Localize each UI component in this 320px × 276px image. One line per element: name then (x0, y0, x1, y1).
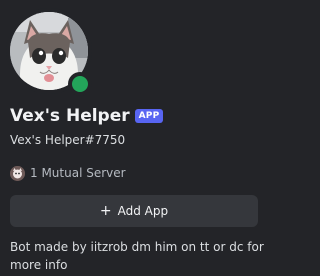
name-row: Vex's Helper APP (10, 104, 164, 128)
bot-profile-card: Vex's Helper APP Vex's Helper#7750 1 Mut… (0, 0, 268, 276)
add-app-label: Add App (117, 204, 169, 218)
mutual-servers-text: 1 Mutual Server (30, 166, 126, 180)
add-app-button[interactable]: + Add App (10, 195, 258, 227)
server-icon (10, 165, 25, 181)
online-status-icon (72, 76, 88, 92)
bio-text: Bot made by iitzrob dm him on tt or dc f… (10, 240, 264, 272)
mutual-servers-link[interactable]: 1 Mutual Server (10, 164, 126, 182)
app-badge: APP (134, 109, 164, 123)
avatar-frame (6, 8, 92, 96)
status-indicator (68, 72, 92, 96)
plus-icon: + (99, 203, 112, 219)
display-name: Vex's Helper (10, 106, 130, 126)
username: Vex's Helper#7750 (10, 133, 126, 147)
